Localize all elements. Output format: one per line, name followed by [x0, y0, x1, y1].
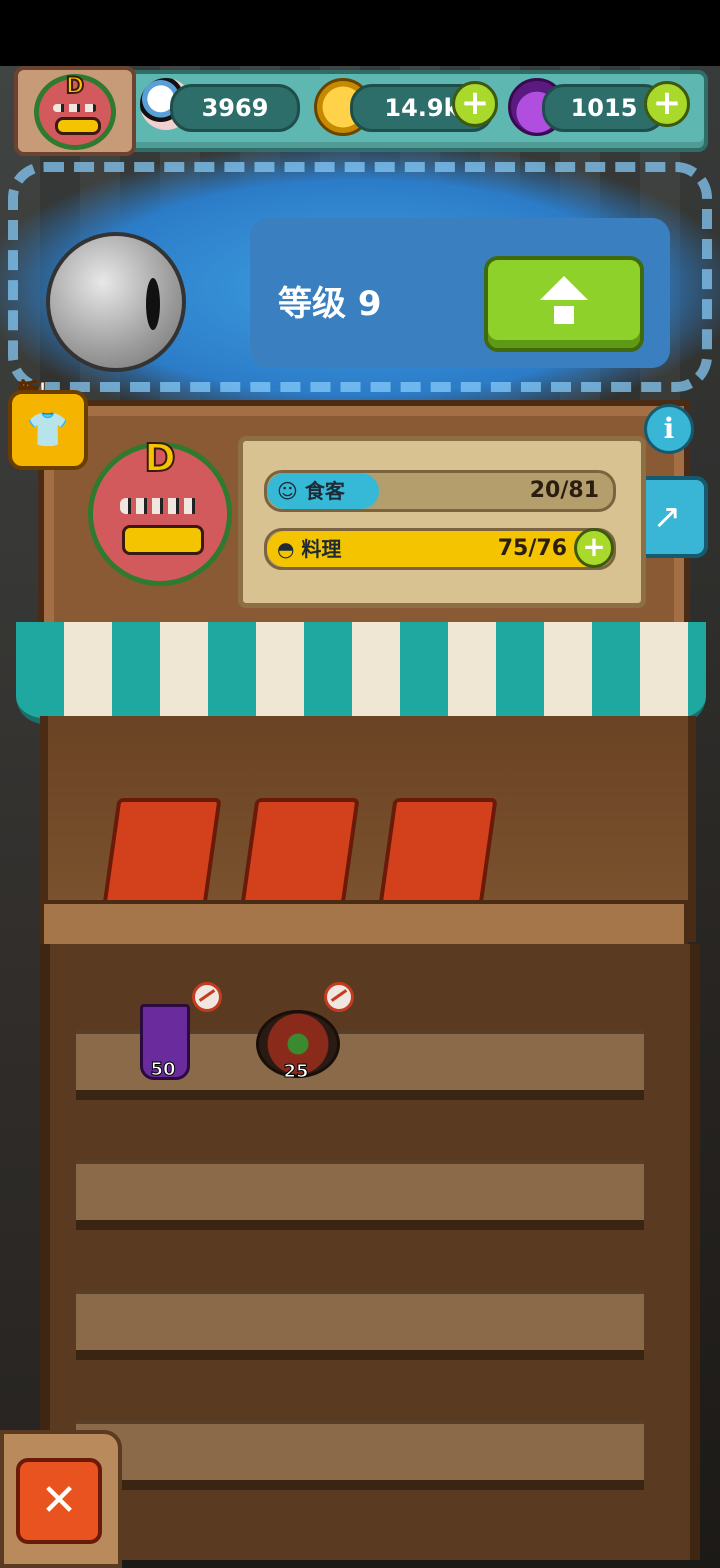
- shelf-row: [76, 1420, 644, 1490]
- rank-badge-large: D: [143, 435, 177, 481]
- eyes-counter: 3969: [170, 84, 300, 132]
- seat-cushion[interactable]: [378, 798, 498, 906]
- shelf-item-purple-drink[interactable]: 50: [128, 1000, 198, 1081]
- diners-label-wrap: ☺ 食客: [277, 473, 345, 509]
- restaurant-monster-icon: D: [88, 435, 232, 586]
- info-button[interactable]: i: [644, 404, 694, 454]
- resource-bar: 3969 14.9k + 1015 +: [110, 70, 708, 152]
- monster-teeth: [54, 117, 102, 136]
- add-coins-button[interactable]: +: [452, 81, 498, 127]
- monster-eyes: [53, 104, 97, 112]
- monster-icon: D: [34, 73, 116, 150]
- cooking-bar: ◓ 料理 75/76: [264, 528, 616, 570]
- up-arrow-icon: [540, 276, 588, 301]
- shop-awning: [16, 622, 706, 724]
- monster-eyes: [119, 497, 201, 514]
- stats-board: [238, 436, 646, 608]
- upgrade-button[interactable]: [484, 256, 644, 352]
- cloche-icon: ◓: [277, 537, 295, 561]
- outfit-button[interactable]: 👕: [8, 390, 88, 470]
- info-icon: i: [663, 412, 675, 445]
- person-icon: ☺: [277, 479, 298, 503]
- up-arrow-stem: [554, 306, 574, 324]
- status-bar: [0, 0, 720, 66]
- shelf-row: [76, 1290, 644, 1360]
- monster-teeth: [122, 524, 204, 555]
- seat-cushion[interactable]: [240, 798, 360, 906]
- level-label: 等级 9: [278, 284, 382, 324]
- shelf-item-stew-pot[interactable]: 25: [254, 1002, 340, 1083]
- eyeball-orb-icon: [46, 232, 186, 372]
- shelf-row: [76, 1160, 644, 1230]
- add-cooking-button[interactable]: +: [574, 528, 614, 568]
- share-icon: ↗: [652, 497, 682, 537]
- item-quantity: 50: [150, 1059, 176, 1081]
- diners-bar: ☺ 食客 20/81: [264, 470, 616, 512]
- prohibited-icon[interactable]: [192, 982, 222, 1012]
- restaurant-avatar[interactable]: D: [14, 66, 136, 156]
- cooking-label-wrap: ◓ 料理: [277, 531, 341, 567]
- add-potion-button[interactable]: +: [644, 81, 690, 127]
- diners-label: 食客: [304, 479, 345, 503]
- cooking-label: 料理: [301, 537, 342, 561]
- rank-badge: D: [65, 73, 85, 100]
- item-quantity: 25: [283, 1061, 309, 1083]
- cooking-value: 75/76: [497, 536, 567, 561]
- close-button[interactable]: ✕: [16, 1458, 102, 1544]
- prohibited-icon[interactable]: [324, 982, 354, 1012]
- seat-cushion[interactable]: [102, 798, 222, 906]
- diners-value: 20/81: [529, 478, 599, 503]
- shirt-icon: 👕: [26, 410, 70, 450]
